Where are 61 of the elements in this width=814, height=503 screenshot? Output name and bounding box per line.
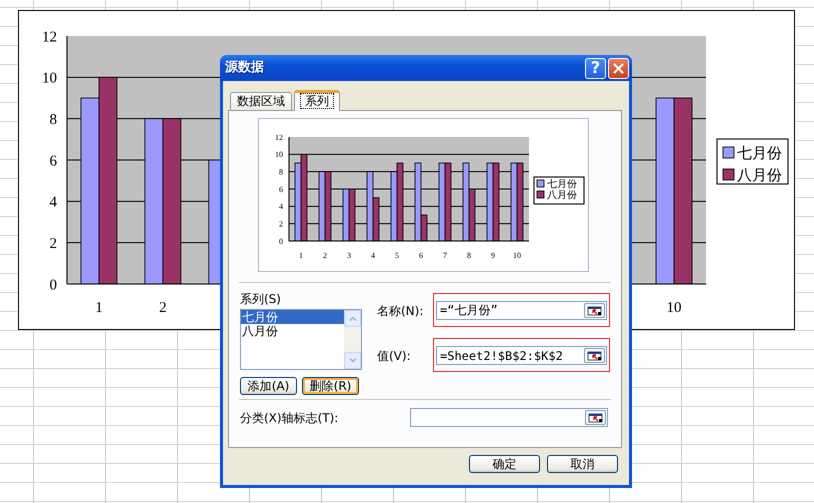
range-select-icon bbox=[587, 350, 602, 360]
list-button[interactable]: 添加(A) bbox=[240, 377, 297, 395]
list-item[interactable]: 八月份 bbox=[241, 324, 344, 338]
axis-label: 12 bbox=[42, 29, 57, 46]
axis-label: 1 bbox=[299, 251, 303, 260]
legend-box bbox=[716, 138, 788, 184]
input-field[interactable]: =“七月份” bbox=[436, 301, 607, 320]
series-label: 系列(S) bbox=[240, 291, 282, 308]
field-label: 值(V): bbox=[377, 348, 412, 364]
axis-label: 9 bbox=[491, 251, 495, 260]
range-select-icon bbox=[588, 412, 603, 422]
axis-label: 12 bbox=[275, 132, 283, 142]
axis-label: 2 bbox=[279, 220, 283, 229]
axis-label: 10 bbox=[666, 300, 682, 316]
axis-label: 6 bbox=[419, 251, 423, 260]
legend-label: 七月份 bbox=[547, 179, 577, 190]
help-button[interactable]: ? bbox=[585, 58, 606, 78]
legend-label: 八月份 bbox=[547, 190, 577, 201]
series-list[interactable]: 七月份 八月份 bbox=[240, 309, 362, 370]
axis-label: 8 bbox=[467, 251, 471, 260]
chevron-down-icon bbox=[348, 358, 356, 363]
field-label: 分类(X)轴标志(T): bbox=[240, 410, 340, 426]
close-button[interactable] bbox=[608, 58, 629, 78]
axis-label: 0 bbox=[279, 236, 283, 246]
axis-label: 6 bbox=[50, 153, 57, 170]
axis-label: 2 bbox=[159, 300, 167, 316]
close-icon bbox=[613, 62, 624, 74]
axis-label: 2 bbox=[50, 236, 57, 252]
tab[interactable]: 数据区域 bbox=[230, 92, 292, 110]
legend-label: 七月份 bbox=[737, 144, 782, 162]
range-select-icon bbox=[587, 306, 602, 316]
field-label: 名称(N): bbox=[377, 302, 424, 320]
axis-label: 4 bbox=[50, 194, 57, 211]
axis-label: 4 bbox=[371, 251, 375, 260]
axis-label: 6 bbox=[279, 184, 283, 194]
axis-label: 8 bbox=[50, 112, 57, 128]
axis-label: 2 bbox=[323, 251, 327, 260]
legend-label: 八月份 bbox=[737, 166, 782, 184]
range-select-button[interactable] bbox=[584, 348, 605, 363]
input-field[interactable]: =Sheet2!$B$2:$K$2 bbox=[436, 346, 607, 365]
axis-label: 10 bbox=[513, 251, 521, 260]
legend-box bbox=[534, 176, 584, 204]
input-field[interactable] bbox=[410, 408, 608, 427]
dialog-button[interactable]: 取消 bbox=[547, 455, 618, 473]
axis-label: 7 bbox=[443, 251, 447, 260]
tab[interactable]: 系列 bbox=[294, 90, 340, 111]
list-item[interactable]: 七月份 bbox=[241, 310, 344, 324]
window-title: 源数据 bbox=[225, 59, 265, 78]
axis-label: 1 bbox=[95, 300, 103, 316]
range-select-button[interactable] bbox=[585, 410, 606, 425]
axis-label: 8 bbox=[279, 168, 283, 177]
axis-label: 4 bbox=[279, 202, 283, 212]
list-button[interactable]: 删除(R) bbox=[302, 377, 359, 395]
axis-label: 3 bbox=[347, 251, 351, 260]
axis-label: 5 bbox=[395, 251, 399, 260]
dialog-button[interactable]: 确定 bbox=[469, 455, 540, 473]
axis-label: 0 bbox=[50, 277, 57, 294]
axis-label: 10 bbox=[42, 70, 57, 87]
chevron-up-icon bbox=[348, 316, 356, 321]
range-select-button[interactable] bbox=[584, 303, 605, 318]
axis-label: 10 bbox=[275, 150, 283, 160]
